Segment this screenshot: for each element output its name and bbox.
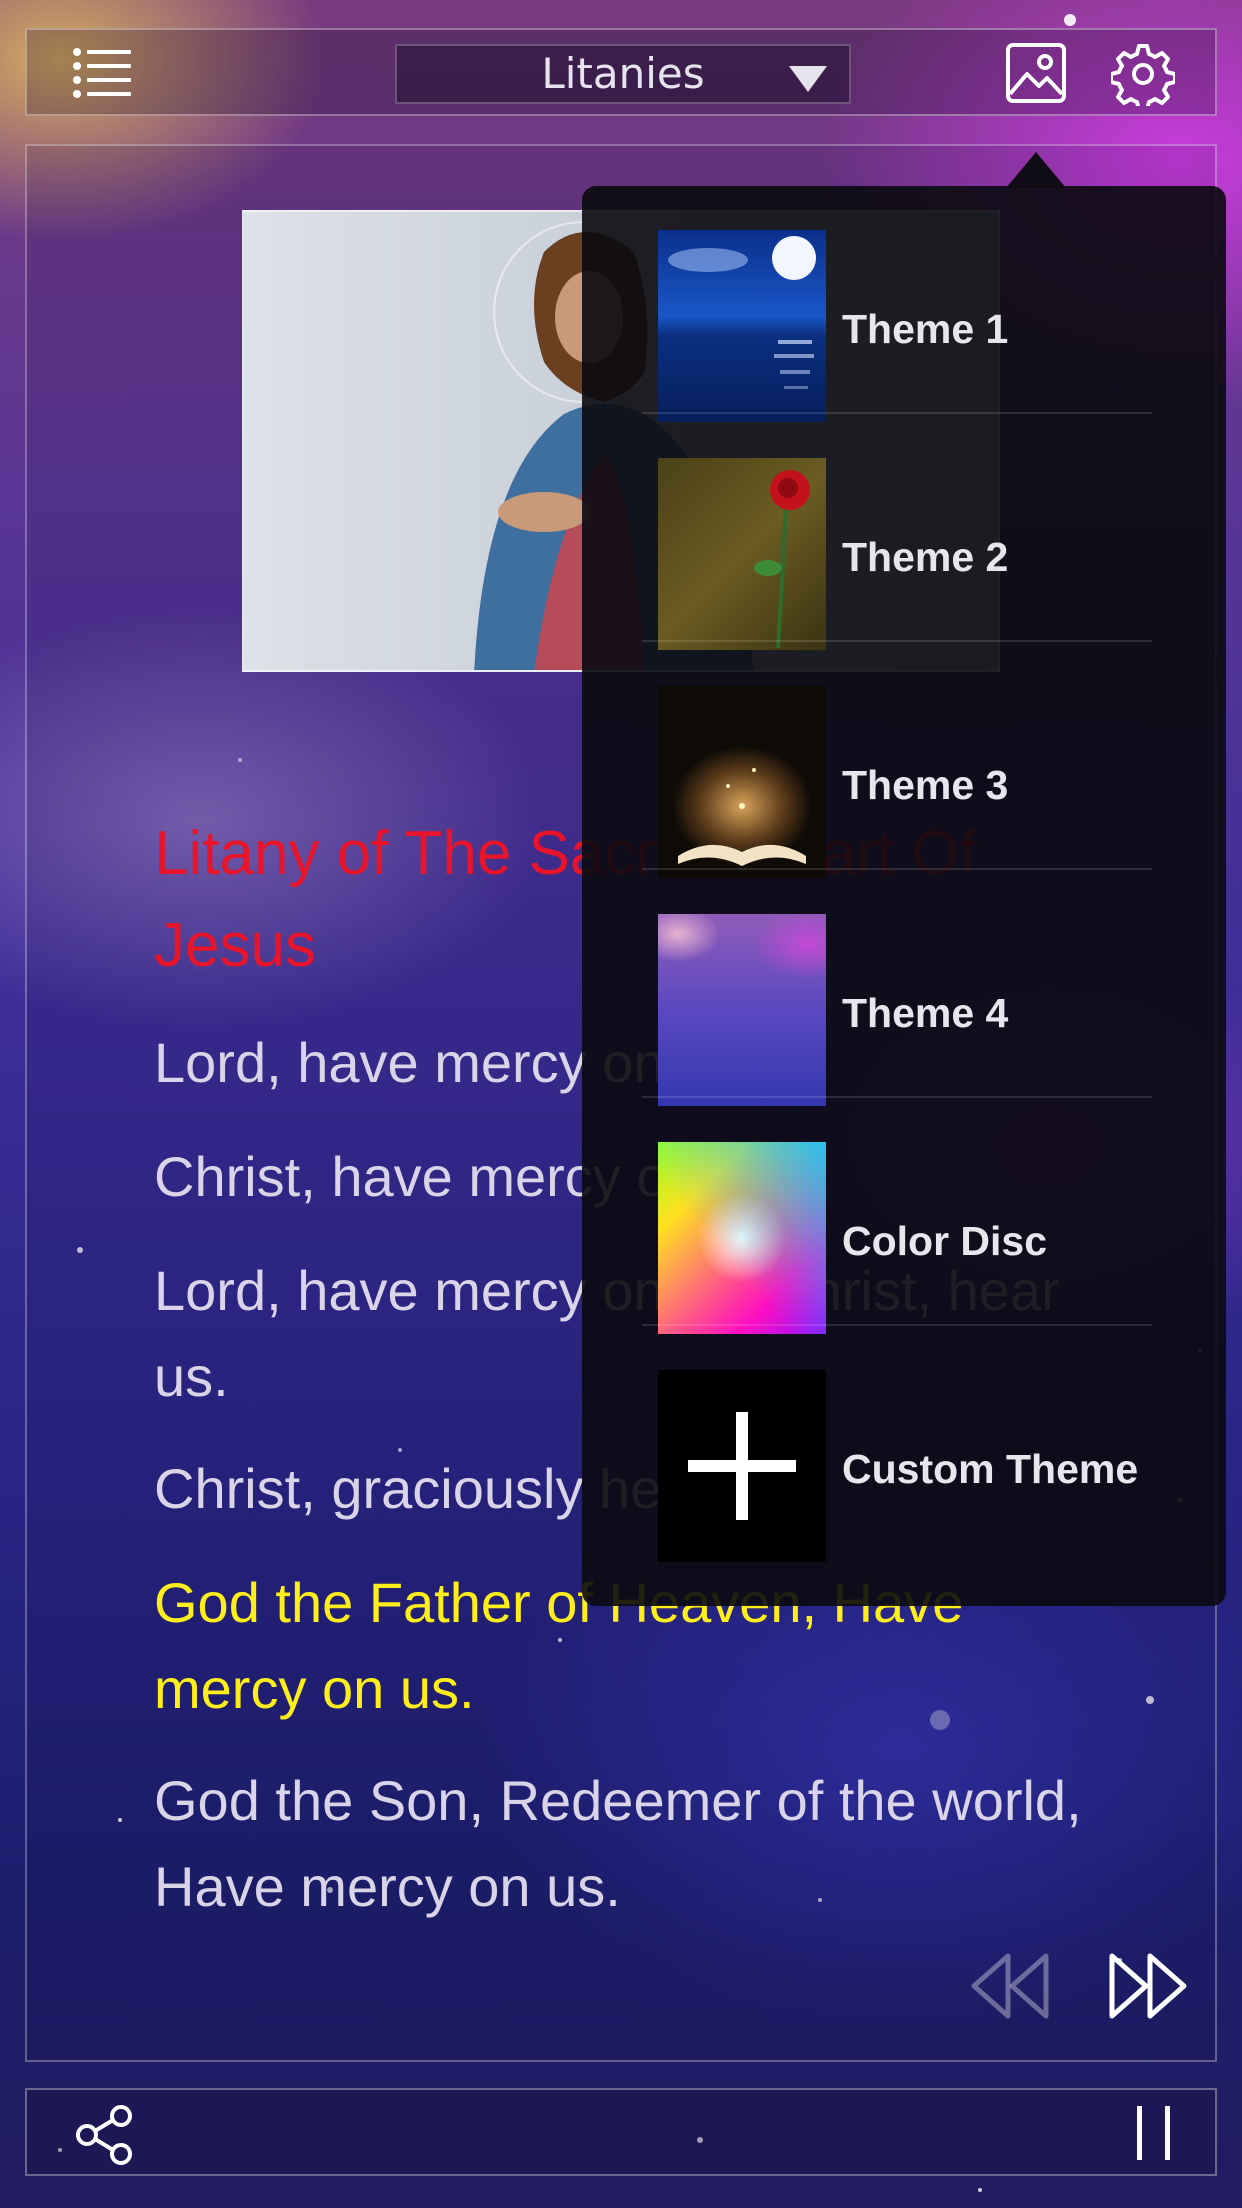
color-cube-thumbnail [658,1142,826,1334]
theme-option-label: Theme 3 [842,762,1009,808]
top-toolbar: Litanies [25,28,1217,116]
rose-on-old-paper-thumbnail [658,458,826,650]
purple-galaxy-thumbnail [658,914,826,1106]
theme-option-4[interactable]: Theme 4 [642,870,1152,1106]
fast-forward-icon[interactable] [1106,1950,1190,2022]
image-icon[interactable] [1005,42,1067,104]
list-icon[interactable] [71,44,133,102]
theme-option-3[interactable]: Theme 3 [642,642,1152,878]
theme-option-label: Theme 2 [842,534,1009,580]
custom-theme-option[interactable]: Custom Theme [642,1326,1152,1562]
theme-picker-popover: Theme 1 Theme 2 Theme 3 Theme 4 Color Di… [582,186,1226,1606]
rewind-icon[interactable] [968,1950,1052,2022]
glowing-open-book-thumbnail [658,686,826,878]
pause-icon[interactable] [1129,2104,1179,2162]
popover-pointer [1006,152,1066,188]
theme-option-label: Theme 1 [842,306,1009,352]
theme-option-2[interactable]: Theme 2 [642,414,1152,650]
theme-option-label: Theme 4 [842,990,1009,1036]
theme-option-label: Custom Theme [842,1446,1139,1492]
bottom-toolbar [25,2088,1217,2176]
night-sea-moon-thumbnail [658,230,826,422]
verse-line: God the Son, Redeemer of the world, Have… [154,1769,1082,1918]
theme-option-1[interactable]: Theme 1 [642,186,1152,422]
dropdown-value: Litanies [541,49,705,98]
share-icon[interactable] [73,2104,135,2166]
triangle-down-icon [789,66,827,92]
theme-option-label: Color Disc [842,1218,1048,1264]
plus-icon [658,1370,826,1562]
color-disc-option[interactable]: Color Disc [642,1098,1152,1334]
category-dropdown[interactable]: Litanies [395,44,851,104]
gear-icon[interactable] [1111,42,1175,106]
